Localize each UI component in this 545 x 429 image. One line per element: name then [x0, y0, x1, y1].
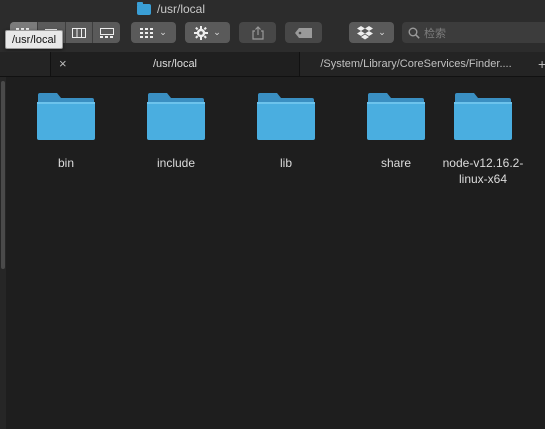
folder-icon [454, 93, 512, 140]
search-field[interactable]: 检索 [402, 22, 545, 43]
folder-label: node-v12.16.2-linux-x64 [442, 156, 524, 186]
toolbar: /usr/local ⌄ ⌄ ⌄ 检索 /usr/local [0, 0, 545, 53]
folder-label: include [156, 156, 196, 170]
file-browser: bin include lib share node-v12.16.2-linu… [0, 77, 545, 429]
tab-label: /usr/local [152, 58, 198, 70]
dropbox-button[interactable]: ⌄ [349, 22, 394, 43]
folder-icon [137, 1, 151, 15]
folder-icon [147, 93, 205, 140]
add-tab-icon[interactable]: + [538, 56, 545, 72]
folder-item-bin[interactable]: bin [21, 91, 111, 171]
group-by-button[interactable]: ⌄ [131, 22, 176, 43]
gallery-view-button[interactable] [93, 22, 120, 43]
search-placeholder: 检索 [424, 27, 446, 40]
gallery-view-icon [99, 27, 114, 38]
close-icon[interactable]: × [59, 57, 67, 71]
tab-usr-local[interactable]: × /usr/local [50, 52, 299, 76]
tab-label: /System/Library/CoreServices/Finder.... [320, 58, 512, 70]
action-button[interactable]: ⌄ [185, 22, 230, 43]
tags-button[interactable] [285, 22, 322, 43]
chevron-down-icon: ⌄ [159, 27, 167, 37]
folder-icon [257, 93, 315, 140]
scroll-thumb[interactable] [1, 81, 5, 269]
column-view-button[interactable] [66, 22, 94, 43]
tag-icon [294, 27, 312, 38]
chevron-down-icon: ⌄ [378, 27, 386, 37]
folder-label: lib [279, 156, 292, 170]
window-title-text: /usr/local [157, 2, 206, 16]
gear-icon [194, 25, 209, 40]
grid-icon [140, 27, 154, 38]
tab-finder[interactable]: /System/Library/CoreServices/Finder.... [299, 52, 532, 76]
column-view-icon [71, 27, 86, 38]
window-title: /usr/local [137, 1, 205, 17]
dropbox-icon [357, 25, 374, 39]
folder-item-lib[interactable]: lib [241, 91, 331, 171]
search-icon [408, 27, 420, 39]
tab-bar: × /usr/local /System/Library/CoreService… [0, 52, 545, 77]
chevron-down-icon: ⌄ [213, 27, 221, 37]
folder-item-include[interactable]: include [131, 91, 221, 171]
folder-icon [367, 93, 425, 140]
folder-item-node[interactable]: node-v12.16.2-linux-x64 [438, 91, 528, 187]
share-icon [251, 25, 264, 40]
folder-item-share[interactable]: share [351, 91, 441, 171]
scrollbar[interactable] [0, 77, 6, 429]
folder-label: bin [57, 156, 74, 170]
folder-label: share [380, 156, 412, 170]
share-button[interactable] [239, 22, 276, 43]
path-tooltip: /usr/local [5, 30, 64, 49]
folder-icon [37, 93, 95, 140]
